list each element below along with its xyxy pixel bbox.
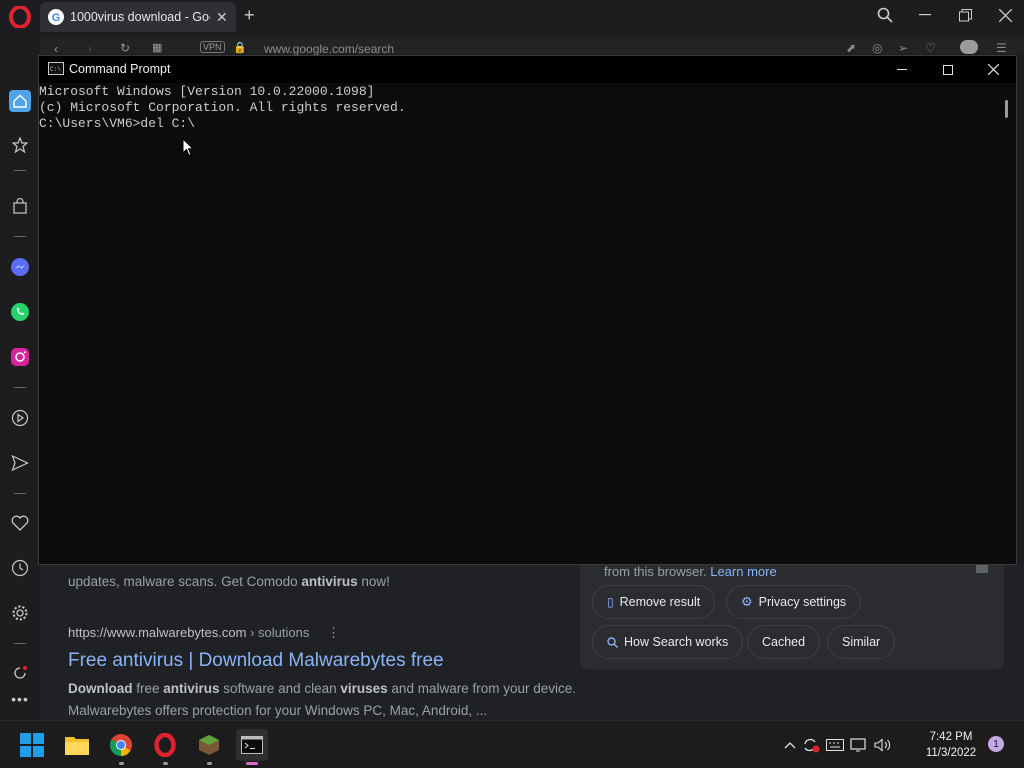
history-icon[interactable]	[9, 557, 31, 579]
notification-badge[interactable]: 1	[988, 736, 1004, 752]
result-title-link[interactable]: Free antivirus | Download Malwarebytes f…	[68, 650, 444, 672]
whatsapp-icon[interactable]	[9, 301, 31, 323]
minecraft-icon[interactable]	[193, 729, 225, 765]
running-indicator	[246, 762, 258, 765]
running-indicator	[207, 762, 212, 765]
tab-title: 1000virus download - Google Search	[70, 10, 210, 24]
updates-icon[interactable]	[9, 662, 31, 684]
clock-date: 11/3/2022	[925, 747, 977, 759]
send-icon[interactable]: ➢	[898, 41, 908, 55]
profile-avatar[interactable]	[960, 40, 978, 54]
cmd-window-title: Command Prompt	[69, 62, 171, 76]
cmd-scroll-thumb[interactable]	[1005, 100, 1008, 118]
opera-menu-icon[interactable]	[8, 6, 32, 28]
browser-close-button[interactable]	[990, 4, 1020, 26]
command-prompt-window[interactable]: C:\ Command Prompt Microsoft Windows [Ve…	[38, 55, 1017, 565]
similar-button[interactable]: Similar	[827, 625, 896, 659]
search-tabs-icon[interactable]	[870, 4, 900, 26]
how-search-works-button[interactable]: How Search works	[592, 625, 744, 659]
volume-icon[interactable]	[874, 738, 892, 752]
console-line: Microsoft Windows [Version 10.0.22000.10…	[39, 84, 375, 99]
cached-button[interactable]: Cached	[747, 625, 821, 659]
privacy-settings-button[interactable]: ⚙ Privacy settings	[726, 585, 862, 619]
sync-error-icon[interactable]	[802, 737, 820, 753]
player-icon[interactable]	[9, 407, 31, 429]
system-tray	[784, 731, 892, 759]
browser-minimize-button[interactable]	[910, 4, 940, 26]
forward-icon[interactable]: ›	[88, 42, 92, 56]
heart-icon[interactable]: ♡	[925, 41, 936, 55]
network-icon[interactable]	[850, 738, 868, 752]
sidebar-separator	[14, 387, 26, 388]
close-tab-icon[interactable]: ✕	[216, 9, 228, 26]
shopping-icon[interactable]	[9, 195, 31, 217]
panel-text: from this browser. Learn more	[604, 564, 777, 579]
file-explorer-icon[interactable]	[61, 729, 93, 761]
taskbar-clock[interactable]: 7:42 PM 11/3/2022	[918, 729, 984, 761]
about-result-panel: from this browser. Learn more ▯ Remove r…	[580, 563, 1004, 669]
pin-icon[interactable]: ⬈	[846, 41, 856, 55]
console-output[interactable]: Microsoft Windows [Version 10.0.22000.10…	[39, 84, 999, 132]
messenger-icon[interactable]	[9, 256, 31, 278]
cmd-maximize-button[interactable]	[925, 56, 971, 83]
command-prompt-taskbar-icon[interactable]	[236, 729, 268, 765]
sidebar-separator	[14, 493, 26, 494]
how-search-works-label: How Search works	[624, 635, 729, 649]
flow-send-icon[interactable]	[9, 452, 31, 474]
back-icon[interactable]: ‹	[54, 42, 58, 56]
vpn-badge[interactable]: VPN	[200, 41, 225, 53]
result-cite[interactable]: https://www.malwarebytes.com › solutions…	[68, 625, 340, 641]
personal-news-icon[interactable]	[9, 512, 31, 534]
snapshot-icon[interactable]: ◎	[872, 41, 882, 55]
sidebar-separator	[14, 643, 26, 644]
gear-icon: ⚙	[741, 594, 753, 609]
sidebar-separator	[14, 236, 26, 237]
document-icon: ▯	[607, 595, 614, 609]
mouse-cursor-icon	[182, 138, 194, 157]
google-favicon-icon: G	[48, 9, 64, 25]
result-snippet: updates, malware scans. Get Comodo antiv…	[68, 574, 390, 589]
cmd-minimize-button[interactable]	[879, 56, 925, 83]
clock-time: 7:42 PM	[929, 731, 973, 743]
bookmarks-icon[interactable]	[9, 134, 31, 156]
running-indicator	[119, 762, 124, 765]
more-icon[interactable]: •••	[9, 688, 31, 710]
home-icon[interactable]	[9, 90, 31, 112]
cmd-title-bar[interactable]: C:\ Command Prompt	[39, 56, 1016, 83]
remove-result-label: Remove result	[619, 595, 701, 609]
chevron-up-icon[interactable]	[784, 741, 796, 749]
remove-result-button[interactable]: ▯ Remove result	[592, 585, 716, 619]
reload-icon[interactable]: ↻	[120, 41, 130, 55]
svg-text:G: G	[52, 12, 61, 24]
svg-text:C:\: C:\	[50, 66, 61, 73]
keyboard-icon[interactable]	[826, 739, 844, 751]
cmd-close-button[interactable]	[970, 56, 1016, 83]
chrome-icon[interactable]	[105, 729, 137, 765]
address-field[interactable]: www.google.com/search	[264, 42, 394, 56]
windows-taskbar: 7:42 PM 11/3/2022	[0, 720, 1024, 768]
sidebar-separator	[14, 170, 26, 171]
easy-setup-icon[interactable]: ☰	[996, 41, 1007, 55]
start-button[interactable]	[16, 729, 48, 761]
running-indicator	[163, 762, 168, 765]
search-icon	[607, 636, 618, 648]
result-description-2: Malwarebytes offers protection for your …	[68, 703, 488, 718]
lock-icon: 🔒	[233, 42, 247, 54]
cmd-app-icon[interactable]: C:\	[48, 62, 64, 75]
console-line: (c) Microsoft Corporation. All rights re…	[39, 100, 406, 115]
browser-restore-button[interactable]	[950, 4, 980, 26]
new-tab-button[interactable]: +	[244, 6, 260, 24]
result-description: Download free antivirus software and cle…	[68, 681, 576, 696]
speed-dial-icon[interactable]: ▦	[152, 41, 162, 54]
browser-tab[interactable]: G 1000virus download - Google Search ✕	[40, 2, 236, 32]
instagram-icon[interactable]	[9, 346, 31, 368]
console-command-line[interactable]: C:\Users\VM6>del C:\	[39, 116, 999, 132]
cmd-scrollbar[interactable]	[999, 84, 1016, 564]
opera-taskbar-icon[interactable]	[149, 729, 181, 765]
settings-gear-icon[interactable]	[9, 602, 31, 624]
opera-sidebar: •••	[0, 82, 40, 720]
privacy-settings-label: Privacy settings	[758, 595, 847, 609]
